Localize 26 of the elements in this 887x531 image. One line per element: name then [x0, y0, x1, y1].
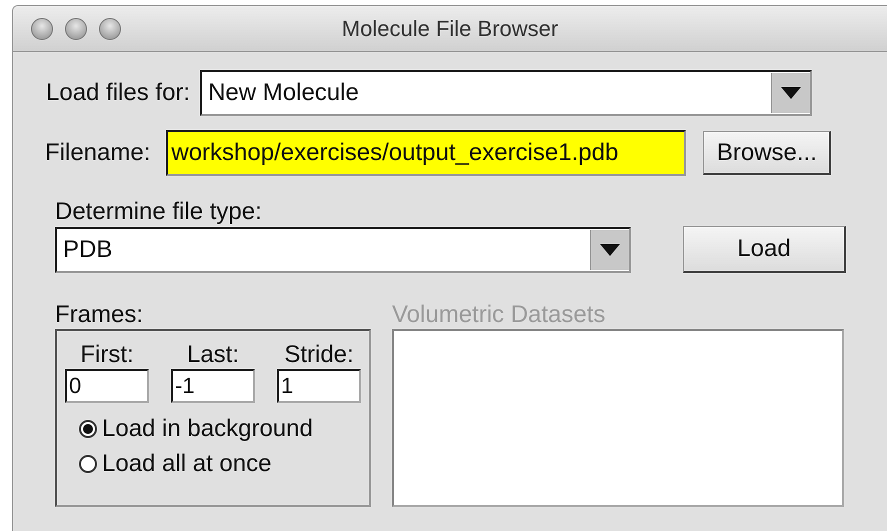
file-type-dropdown[interactable]: PDB: [55, 226, 631, 272]
section-label: Frames:: [55, 301, 144, 329]
radio-label: Load all at once: [102, 450, 272, 478]
field-label: Determine file type:: [55, 198, 263, 226]
frame-field[interactable]: 0: [65, 369, 149, 403]
filename-field[interactable]: workshop/exercises/output_exercise1.pdb: [166, 130, 686, 176]
combo-value: PDB: [62, 236, 114, 264]
molecule-dropdown[interactable]: New Molecule: [200, 70, 812, 116]
combo-value: New Molecule: [207, 79, 360, 107]
frame-field[interactable]: -1: [171, 369, 255, 403]
field-label: First:: [80, 341, 134, 369]
window-title: Molecule File Browser: [342, 16, 558, 40]
browse-button[interactable]: Browse...: [703, 131, 832, 175]
minimize-icon[interactable]: [65, 18, 87, 40]
radio-button[interactable]: [79, 455, 97, 473]
section-label: Volumetric Datasets: [392, 301, 606, 329]
frame-field[interactable]: 1: [277, 369, 361, 403]
zoom-icon[interactable]: [99, 18, 121, 40]
field-label: Last:: [186, 341, 240, 369]
radio-button[interactable]: [79, 420, 97, 438]
field-label: Load files for:: [46, 79, 190, 107]
field-label: Filename:: [45, 139, 150, 167]
radio-label: Load in background: [102, 415, 313, 443]
load-button[interactable]: Load: [683, 226, 846, 273]
field-label: Stride:: [284, 341, 354, 369]
close-icon[interactable]: [31, 18, 53, 40]
